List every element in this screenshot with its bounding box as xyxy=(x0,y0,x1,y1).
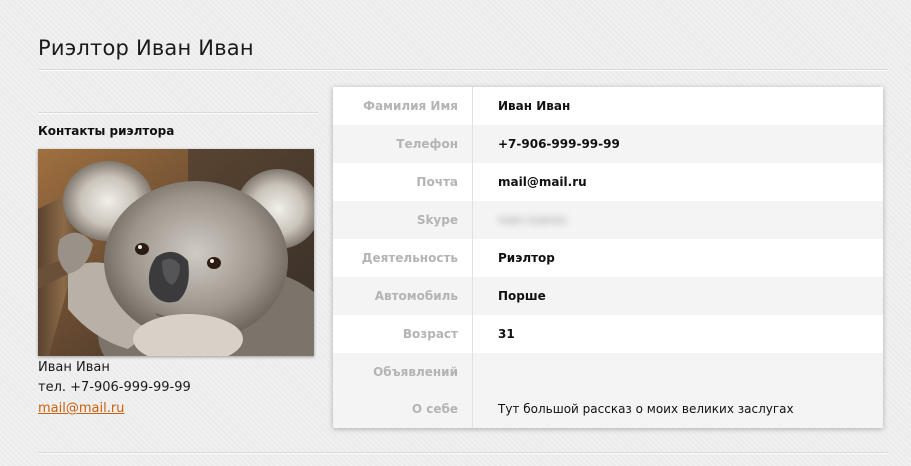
footer-divider xyxy=(38,452,888,453)
profile-row-email: Почта mail@mail.ru xyxy=(333,163,883,201)
agent-photo xyxy=(38,149,314,356)
profile-label: Объявлений xyxy=(373,365,458,379)
koala-photo-image xyxy=(38,149,314,356)
profile-value: Тут большой рассказ о моих великих заслу… xyxy=(498,402,794,416)
profile-value: Риэлтор xyxy=(498,251,555,265)
profile-label: Возраст xyxy=(402,327,458,341)
profile-row-phone: Телефон +7-906-999-99-99 xyxy=(333,125,883,163)
sidebar-divider xyxy=(38,112,318,113)
profile-label: О себе xyxy=(411,402,458,416)
profile-value: Порше xyxy=(498,289,546,303)
profile-label: Skype xyxy=(416,213,458,227)
profile-label: Почта xyxy=(416,175,458,189)
agent-phone: тел. +7-906-999-99-99 xyxy=(38,380,191,395)
title-divider xyxy=(38,69,888,70)
profile-row-name: Фамилия Имя Иван Иван xyxy=(333,87,883,125)
profile-row-listings: Объявлений xyxy=(333,353,883,391)
agent-name: Иван Иван xyxy=(38,360,110,375)
profile-value: 31 xyxy=(498,327,515,341)
profile-value: mail@mail.ru xyxy=(498,175,587,189)
profile-label: Фамилия Имя xyxy=(363,99,458,113)
profile-value-blurred: ivan.ivanov xyxy=(498,213,568,227)
profile-label: Телефон xyxy=(396,137,458,151)
page-title: Риэлтор Иван Иван xyxy=(38,36,254,60)
profile-row-about: О себе Тут большой рассказ о моих велики… xyxy=(333,390,883,428)
profile-label: Деятельность xyxy=(361,251,458,265)
profile-row-skype: Skype ivan.ivanov xyxy=(333,201,883,239)
profile-value: +7-906-999-99-99 xyxy=(498,137,620,151)
sidebar-heading: Контакты риэлтора xyxy=(38,124,175,138)
profile-value: Иван Иван xyxy=(498,99,571,113)
profile-label: Автомобиль xyxy=(374,289,458,303)
profile-row-car: Автомобиль Порше xyxy=(333,277,883,315)
profile-column-divider xyxy=(472,87,473,428)
profile-card: Фамилия Имя Иван Иван Телефон +7-906-999… xyxy=(333,87,883,428)
agent-email-link[interactable]: mail@mail.ru xyxy=(38,401,124,416)
profile-row-activity: Деятельность Риэлтор xyxy=(333,239,883,277)
profile-row-age: Возраст 31 xyxy=(333,315,883,353)
